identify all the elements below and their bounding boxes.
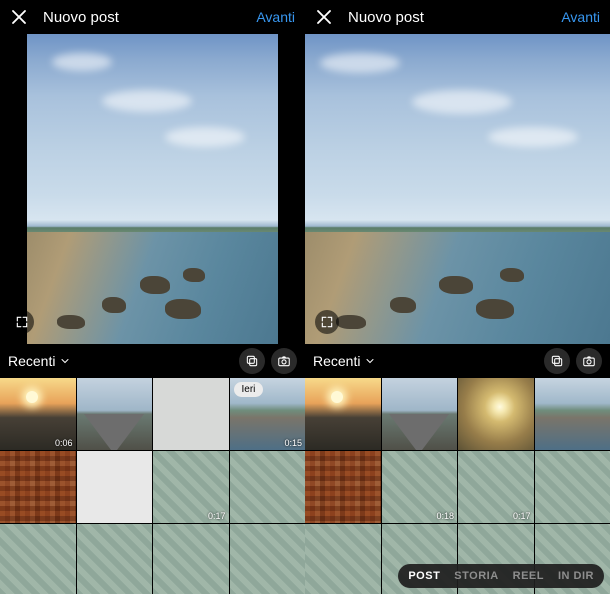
preview-area[interactable] <box>305 34 610 344</box>
thumbnail[interactable] <box>153 378 229 450</box>
album-label: Recenti <box>8 353 55 369</box>
album-picker[interactable]: Recenti <box>313 353 376 369</box>
mode-tab-in-dir[interactable]: IN DIR <box>558 570 594 582</box>
next-button[interactable]: Avanti <box>256 9 295 25</box>
mode-tab-post[interactable]: POST <box>408 570 440 582</box>
expand-icon <box>15 315 29 329</box>
video-duration: 0:15 <box>284 438 302 448</box>
mode-tab-reel[interactable]: REEL <box>513 570 544 582</box>
camera-icon <box>277 354 291 368</box>
thumbnail[interactable] <box>305 524 381 594</box>
chevron-down-icon <box>59 355 71 367</box>
thumbnail[interactable] <box>0 524 76 594</box>
thumbnail[interactable] <box>0 451 76 523</box>
thumbnail[interactable]: 0:17 <box>153 451 229 523</box>
video-duration: 0:17 <box>513 511 531 521</box>
next-button[interactable]: Avanti <box>561 9 600 25</box>
gallery-bar: Recenti <box>305 344 610 378</box>
camera-button[interactable] <box>576 348 602 374</box>
thumbnail[interactable]: 0:06 <box>0 378 76 450</box>
date-chip: Ieri <box>234 382 264 397</box>
expand-crop-button[interactable] <box>315 310 339 334</box>
multi-select-button[interactable] <box>239 348 265 374</box>
expand-icon <box>320 315 334 329</box>
multi-select-icon <box>550 354 564 368</box>
thumbnail[interactable] <box>77 524 153 594</box>
close-icon <box>10 8 28 26</box>
camera-icon <box>582 354 596 368</box>
album-label: Recenti <box>313 353 360 369</box>
thumbnail[interactable]: 0:18 <box>382 451 458 523</box>
thumbnail[interactable] <box>305 378 381 450</box>
page-title: Nuovo post <box>348 9 424 26</box>
close-icon <box>315 8 333 26</box>
mode-strip: POST STORIA REEL IN DIR <box>398 564 604 588</box>
thumbnail[interactable] <box>458 378 534 450</box>
video-duration: 0:17 <box>208 511 226 521</box>
thumbnail[interactable] <box>230 524 306 594</box>
thumbnail[interactable] <box>382 378 458 450</box>
thumbnail[interactable] <box>305 451 381 523</box>
multi-select-icon <box>245 354 259 368</box>
preview-image <box>27 34 277 344</box>
thumbnail[interactable] <box>535 451 610 523</box>
multi-select-button[interactable] <box>544 348 570 374</box>
close-button[interactable] <box>315 8 333 26</box>
thumbnail[interactable] <box>77 451 153 523</box>
video-duration: 0:18 <box>436 511 454 521</box>
gallery-bar: Recenti <box>0 344 305 378</box>
page-title: Nuovo post <box>43 9 119 26</box>
header: Nuovo post Avanti <box>0 0 305 34</box>
header: Nuovo post Avanti <box>305 0 610 34</box>
camera-button[interactable] <box>271 348 297 374</box>
thumbnail[interactable]: 0:17 <box>458 451 534 523</box>
gallery-grid: 0:06 0:15 Ieri 0:17 <box>0 378 305 594</box>
thumbnail[interactable] <box>535 378 610 450</box>
chevron-down-icon <box>364 355 376 367</box>
thumbnail[interactable] <box>230 451 306 523</box>
panel-right: Nuovo post Avanti Recenti <box>305 0 610 594</box>
expand-crop-button[interactable] <box>10 310 34 334</box>
video-duration: 0:06 <box>55 438 73 448</box>
panel-left: Nuovo post Avanti Recenti <box>0 0 305 594</box>
gallery-grid: 0:18 0:17 <box>305 378 610 594</box>
thumbnail[interactable]: 0:15 Ieri <box>230 378 306 450</box>
thumbnail[interactable] <box>153 524 229 594</box>
close-button[interactable] <box>10 8 28 26</box>
album-picker[interactable]: Recenti <box>8 353 71 369</box>
preview-area[interactable] <box>0 34 305 344</box>
thumbnail[interactable] <box>77 378 153 450</box>
preview-image <box>305 34 610 344</box>
mode-tab-storia[interactable]: STORIA <box>454 570 498 582</box>
